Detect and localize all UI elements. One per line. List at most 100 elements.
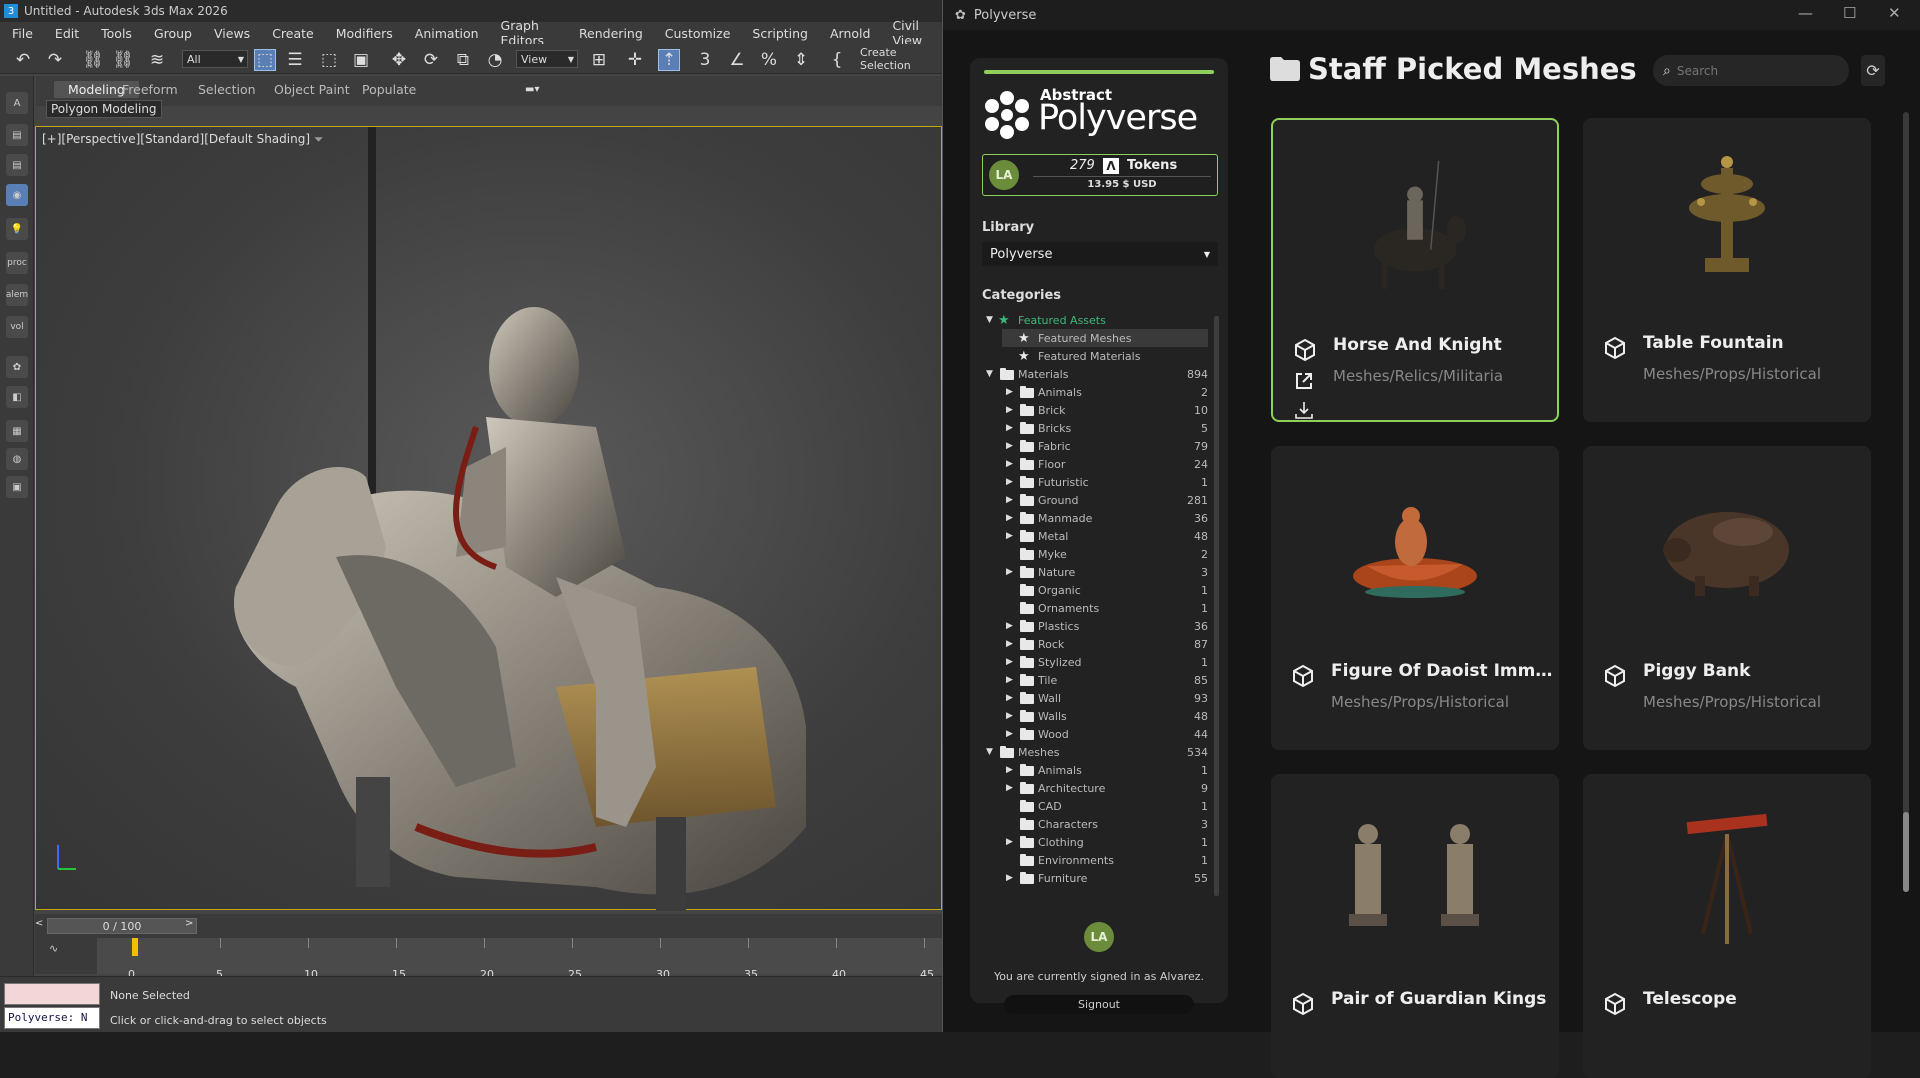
download-icon[interactable] xyxy=(1293,400,1315,422)
ribbon-tab-object-paint[interactable]: Object Paint xyxy=(274,82,350,97)
tree-item[interactable]: ▶ Futuristic 1 xyxy=(1002,473,1208,491)
placement-icon[interactable]: ◔ xyxy=(484,49,506,71)
asset-card[interactable]: Pair of Guardian Kings xyxy=(1271,774,1559,1078)
tree-item[interactable]: ▶ Plastics 36 xyxy=(1002,617,1208,635)
ribbon-options-icon[interactable]: ▬▾ xyxy=(525,84,539,95)
globe-icon[interactable]: ◍ xyxy=(6,448,28,470)
search-input[interactable] xyxy=(1676,63,1827,78)
collapse-arrow-icon[interactable]: ▶ xyxy=(1006,459,1016,469)
collapse-arrow-icon[interactable]: ▶ xyxy=(1006,567,1016,577)
collapse-arrow-icon[interactable]: ▶ xyxy=(1006,693,1016,703)
tree-item[interactable]: ▶ Ground 281 xyxy=(1002,491,1208,509)
menu-file[interactable]: File xyxy=(0,26,43,41)
tree-item[interactable]: ▶ Furniture 55 xyxy=(1002,869,1208,887)
tree-item[interactable]: Characters 3 xyxy=(1002,815,1208,833)
next-frame-icon[interactable]: > xyxy=(185,918,193,929)
menu-edit[interactable]: Edit xyxy=(43,26,89,41)
select-manipulate-icon[interactable]: ✛ xyxy=(624,49,646,71)
named-selection-icon[interactable]: { xyxy=(826,49,848,71)
link-icon[interactable]: ⛓ xyxy=(82,49,104,71)
asset-card[interactable]: Figure Of Daoist Immorta... Meshes/Props/… xyxy=(1271,446,1559,750)
command-panel-icon[interactable]: A xyxy=(6,92,28,114)
search-box[interactable]: ⌕ xyxy=(1653,55,1849,86)
material-icon[interactable]: ◧ xyxy=(6,386,28,408)
asset-card[interactable]: Table Fountain Meshes/Props/Historical xyxy=(1583,118,1871,422)
collapse-arrow-icon[interactable]: ▶ xyxy=(1006,405,1016,415)
collapse-arrow-icon[interactable]: ▶ xyxy=(1006,639,1016,649)
proc-tool-icon[interactable]: proc xyxy=(6,252,28,274)
tree-item[interactable]: ▶ Stylized 1 xyxy=(1002,653,1208,671)
curve-editor-icon[interactable]: ∿ xyxy=(49,942,58,955)
asset-card[interactable]: Horse And Knight Meshes/Relics/Militaria xyxy=(1271,118,1559,422)
alem-tool-icon[interactable]: alem xyxy=(6,284,28,306)
library-dropdown[interactable]: Polyverse ▼ xyxy=(982,242,1218,266)
rect-selection-icon[interactable]: ⬚ xyxy=(318,49,340,71)
tree-item[interactable]: ▶ Bricks 5 xyxy=(1002,419,1208,437)
particle-icon[interactable]: ✿ xyxy=(6,356,28,378)
pivot-center-icon[interactable]: ⊞ xyxy=(588,49,610,71)
tree-item[interactable]: Ornaments 1 xyxy=(1002,599,1208,617)
snaps-toggle-icon[interactable]: 3 xyxy=(694,49,716,71)
open-external-icon[interactable] xyxy=(1293,370,1315,392)
timeline-track[interactable] xyxy=(97,938,942,974)
render-icon[interactable]: ▦ xyxy=(6,420,28,442)
tree-item[interactable]: ▼ Materials 894 xyxy=(982,365,1208,383)
tree-item[interactable]: Myke 2 xyxy=(1002,545,1208,563)
close-icon[interactable]: ✕ xyxy=(1888,4,1901,22)
collapse-arrow-icon[interactable]: ▶ xyxy=(1006,513,1016,523)
collapse-arrow-icon[interactable]: ▶ xyxy=(1006,873,1016,883)
tree-item[interactable]: ▶ Architecture 9 xyxy=(1002,779,1208,797)
collapse-arrow-icon[interactable]: ▶ xyxy=(1006,765,1016,775)
light-icon[interactable]: 💡 xyxy=(6,218,28,240)
time-slider[interactable]: 0 / 100 xyxy=(47,918,197,934)
expand-arrow-icon[interactable]: ▼ xyxy=(986,369,996,379)
collapse-arrow-icon[interactable]: ▶ xyxy=(1006,495,1016,505)
tree-item[interactable]: ▶ Wall 93 xyxy=(1002,689,1208,707)
redo-icon[interactable]: ↷ xyxy=(44,49,66,71)
maxscript-listener-mini[interactable] xyxy=(4,983,100,1005)
ribbon-sub-label[interactable]: Polygon Modeling xyxy=(46,100,162,118)
ribbon-tab-populate[interactable]: Populate xyxy=(362,82,416,97)
move-icon[interactable]: ✥ xyxy=(388,49,410,71)
collapse-arrow-icon[interactable]: ▶ xyxy=(1006,675,1016,685)
menu-scripting[interactable]: Scripting xyxy=(740,26,818,41)
menu-tools[interactable]: Tools xyxy=(89,26,142,41)
maximize-icon[interactable]: ☐ xyxy=(1843,4,1856,22)
collapse-arrow-icon[interactable]: ▶ xyxy=(1006,441,1016,451)
tree-item[interactable]: ▶ Fabric 79 xyxy=(1002,437,1208,455)
keyboard-shortcut-icon[interactable]: ⇡ xyxy=(658,49,680,71)
tree-item[interactable]: ★ Featured Materials xyxy=(1002,347,1208,365)
scene-explorer-icon[interactable]: ▤ xyxy=(6,124,28,146)
menu-rendering[interactable]: Rendering xyxy=(567,26,653,41)
tree-item[interactable]: ▶ Nature 3 xyxy=(1002,563,1208,581)
tree-item[interactable]: ▶ Manmade 36 xyxy=(1002,509,1208,527)
tree-item[interactable]: ▶ Wood 44 xyxy=(1002,725,1208,743)
tree-item[interactable]: Environments 1 xyxy=(1002,851,1208,869)
tree-item[interactable]: ▶ Rock 87 xyxy=(1002,635,1208,653)
collapse-arrow-icon[interactable]: ▶ xyxy=(1006,477,1016,487)
bind-space-warp-icon[interactable]: ≋ xyxy=(146,49,168,71)
collapse-arrow-icon[interactable]: ▶ xyxy=(1006,837,1016,847)
window-crossing-icon[interactable]: ▣ xyxy=(350,49,372,71)
menu-customize[interactable]: Customize xyxy=(653,26,741,41)
tree-scrollbar[interactable] xyxy=(1214,316,1219,896)
menu-views[interactable]: Views xyxy=(202,26,260,41)
collapse-arrow-icon[interactable]: ▶ xyxy=(1006,531,1016,541)
scale-icon[interactable]: ⧉ xyxy=(452,49,474,71)
menu-arnold[interactable]: Arnold xyxy=(818,26,880,41)
minimize-icon[interactable]: — xyxy=(1798,4,1813,22)
layer-explorer-icon[interactable]: ▤ xyxy=(6,154,28,176)
angle-snap-icon[interactable]: ∠ xyxy=(726,49,748,71)
tree-item[interactable]: ▶ Animals 2 xyxy=(1002,383,1208,401)
tree-item[interactable]: CAD 1 xyxy=(1002,797,1208,815)
ribbon-tab-freeform[interactable]: Freeform xyxy=(122,82,178,97)
tree-item[interactable]: Organic 1 xyxy=(1002,581,1208,599)
signout-button[interactable]: Signout xyxy=(1004,995,1194,1014)
menu-animation[interactable]: Animation xyxy=(403,26,489,41)
tree-item[interactable]: ▶ Clothing 1 xyxy=(1002,833,1208,851)
vol-tool-icon[interactable]: vol xyxy=(6,316,28,338)
spinner-snap-icon[interactable]: ⇕ xyxy=(790,49,812,71)
percent-snap-icon[interactable]: % xyxy=(758,49,780,71)
unlink-icon[interactable]: ⛓ xyxy=(112,49,134,71)
collapse-arrow-icon[interactable]: ▶ xyxy=(1006,387,1016,397)
